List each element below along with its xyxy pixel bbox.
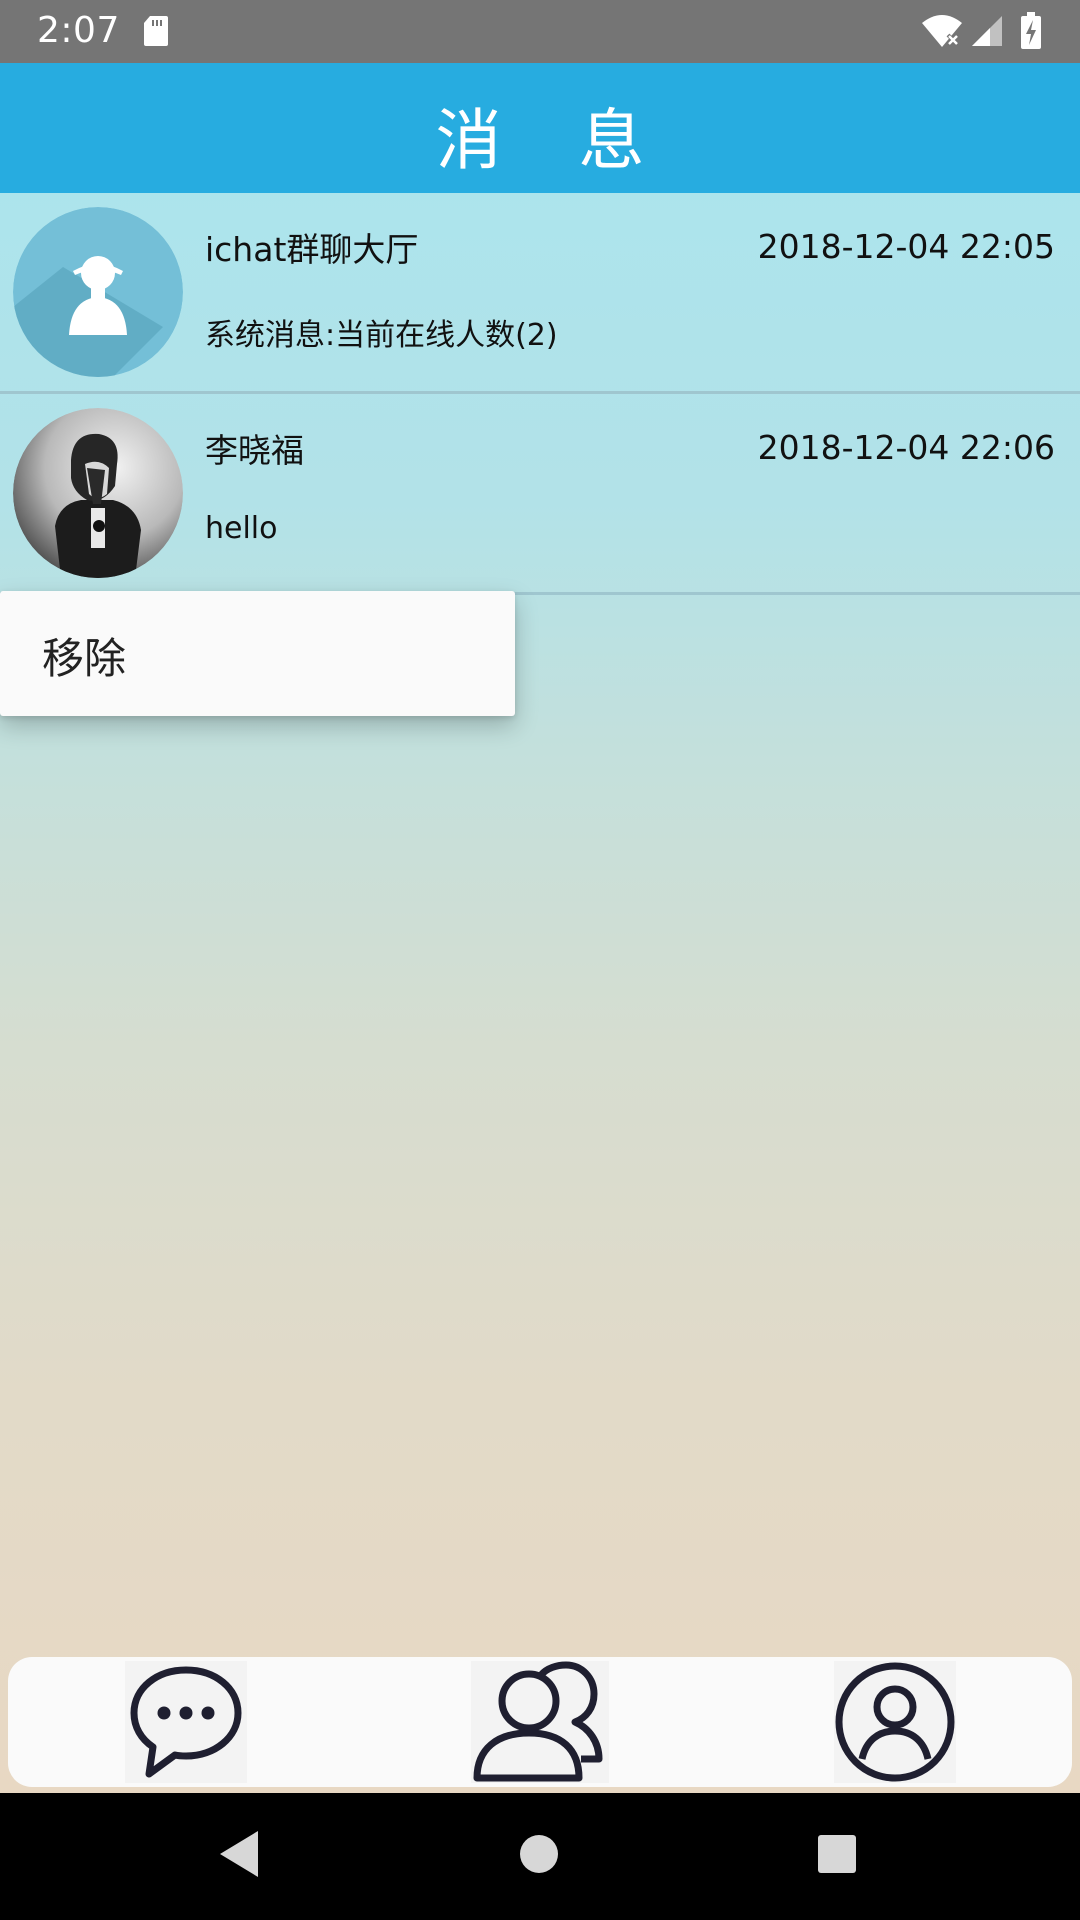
nav-messages-button[interactable] bbox=[125, 1661, 247, 1783]
recents-icon[interactable] bbox=[817, 1834, 857, 1874]
default-person-icon bbox=[13, 207, 183, 377]
battery-charging-icon bbox=[1021, 12, 1041, 49]
chat-list: ichat群聊大厅 2018-12-04 22:05 系统消息:当前在线人数(2… bbox=[0, 193, 1080, 595]
profile-icon bbox=[835, 1662, 955, 1782]
wifi-icon bbox=[922, 15, 962, 47]
messages-icon bbox=[130, 1666, 242, 1778]
nav-profile-button[interactable] bbox=[834, 1661, 956, 1783]
chat-time: 2018-12-04 22:06 bbox=[757, 428, 1055, 467]
chat-time: 2018-12-04 22:05 bbox=[757, 227, 1055, 266]
page-title: 消 息 bbox=[435, 102, 673, 179]
chat-item-user[interactable]: 李晓福 2018-12-04 22:06 hello bbox=[0, 394, 1080, 595]
contacts-icon bbox=[473, 1661, 603, 1782]
status-bar: 2:07 bbox=[0, 0, 1080, 63]
context-menu: 移除 bbox=[0, 591, 515, 716]
chat-preview: 系统消息:当前在线人数(2) bbox=[205, 318, 558, 353]
chat-preview: hello bbox=[205, 511, 278, 546]
system-nav-bar bbox=[0, 1793, 1080, 1920]
app-header: 消 息 bbox=[0, 63, 1080, 193]
signal-icon bbox=[972, 16, 1002, 46]
nav-contacts-button[interactable] bbox=[471, 1661, 609, 1783]
home-icon[interactable] bbox=[519, 1834, 559, 1874]
user-photo bbox=[13, 408, 183, 578]
chat-item-group-hall[interactable]: ichat群聊大厅 2018-12-04 22:05 系统消息:当前在线人数(2… bbox=[0, 193, 1080, 394]
chat-name: ichat群聊大厅 bbox=[205, 230, 419, 269]
sd-card-icon bbox=[144, 16, 168, 46]
back-icon[interactable] bbox=[216, 1829, 260, 1879]
menu-item-remove[interactable]: 移除 bbox=[42, 625, 126, 686]
chat-name: 李晓福 bbox=[205, 431, 304, 470]
status-time: 2:07 bbox=[37, 10, 120, 51]
user-avatar bbox=[13, 408, 183, 578]
bottom-nav bbox=[8, 1657, 1072, 1787]
default-avatar bbox=[13, 207, 183, 377]
